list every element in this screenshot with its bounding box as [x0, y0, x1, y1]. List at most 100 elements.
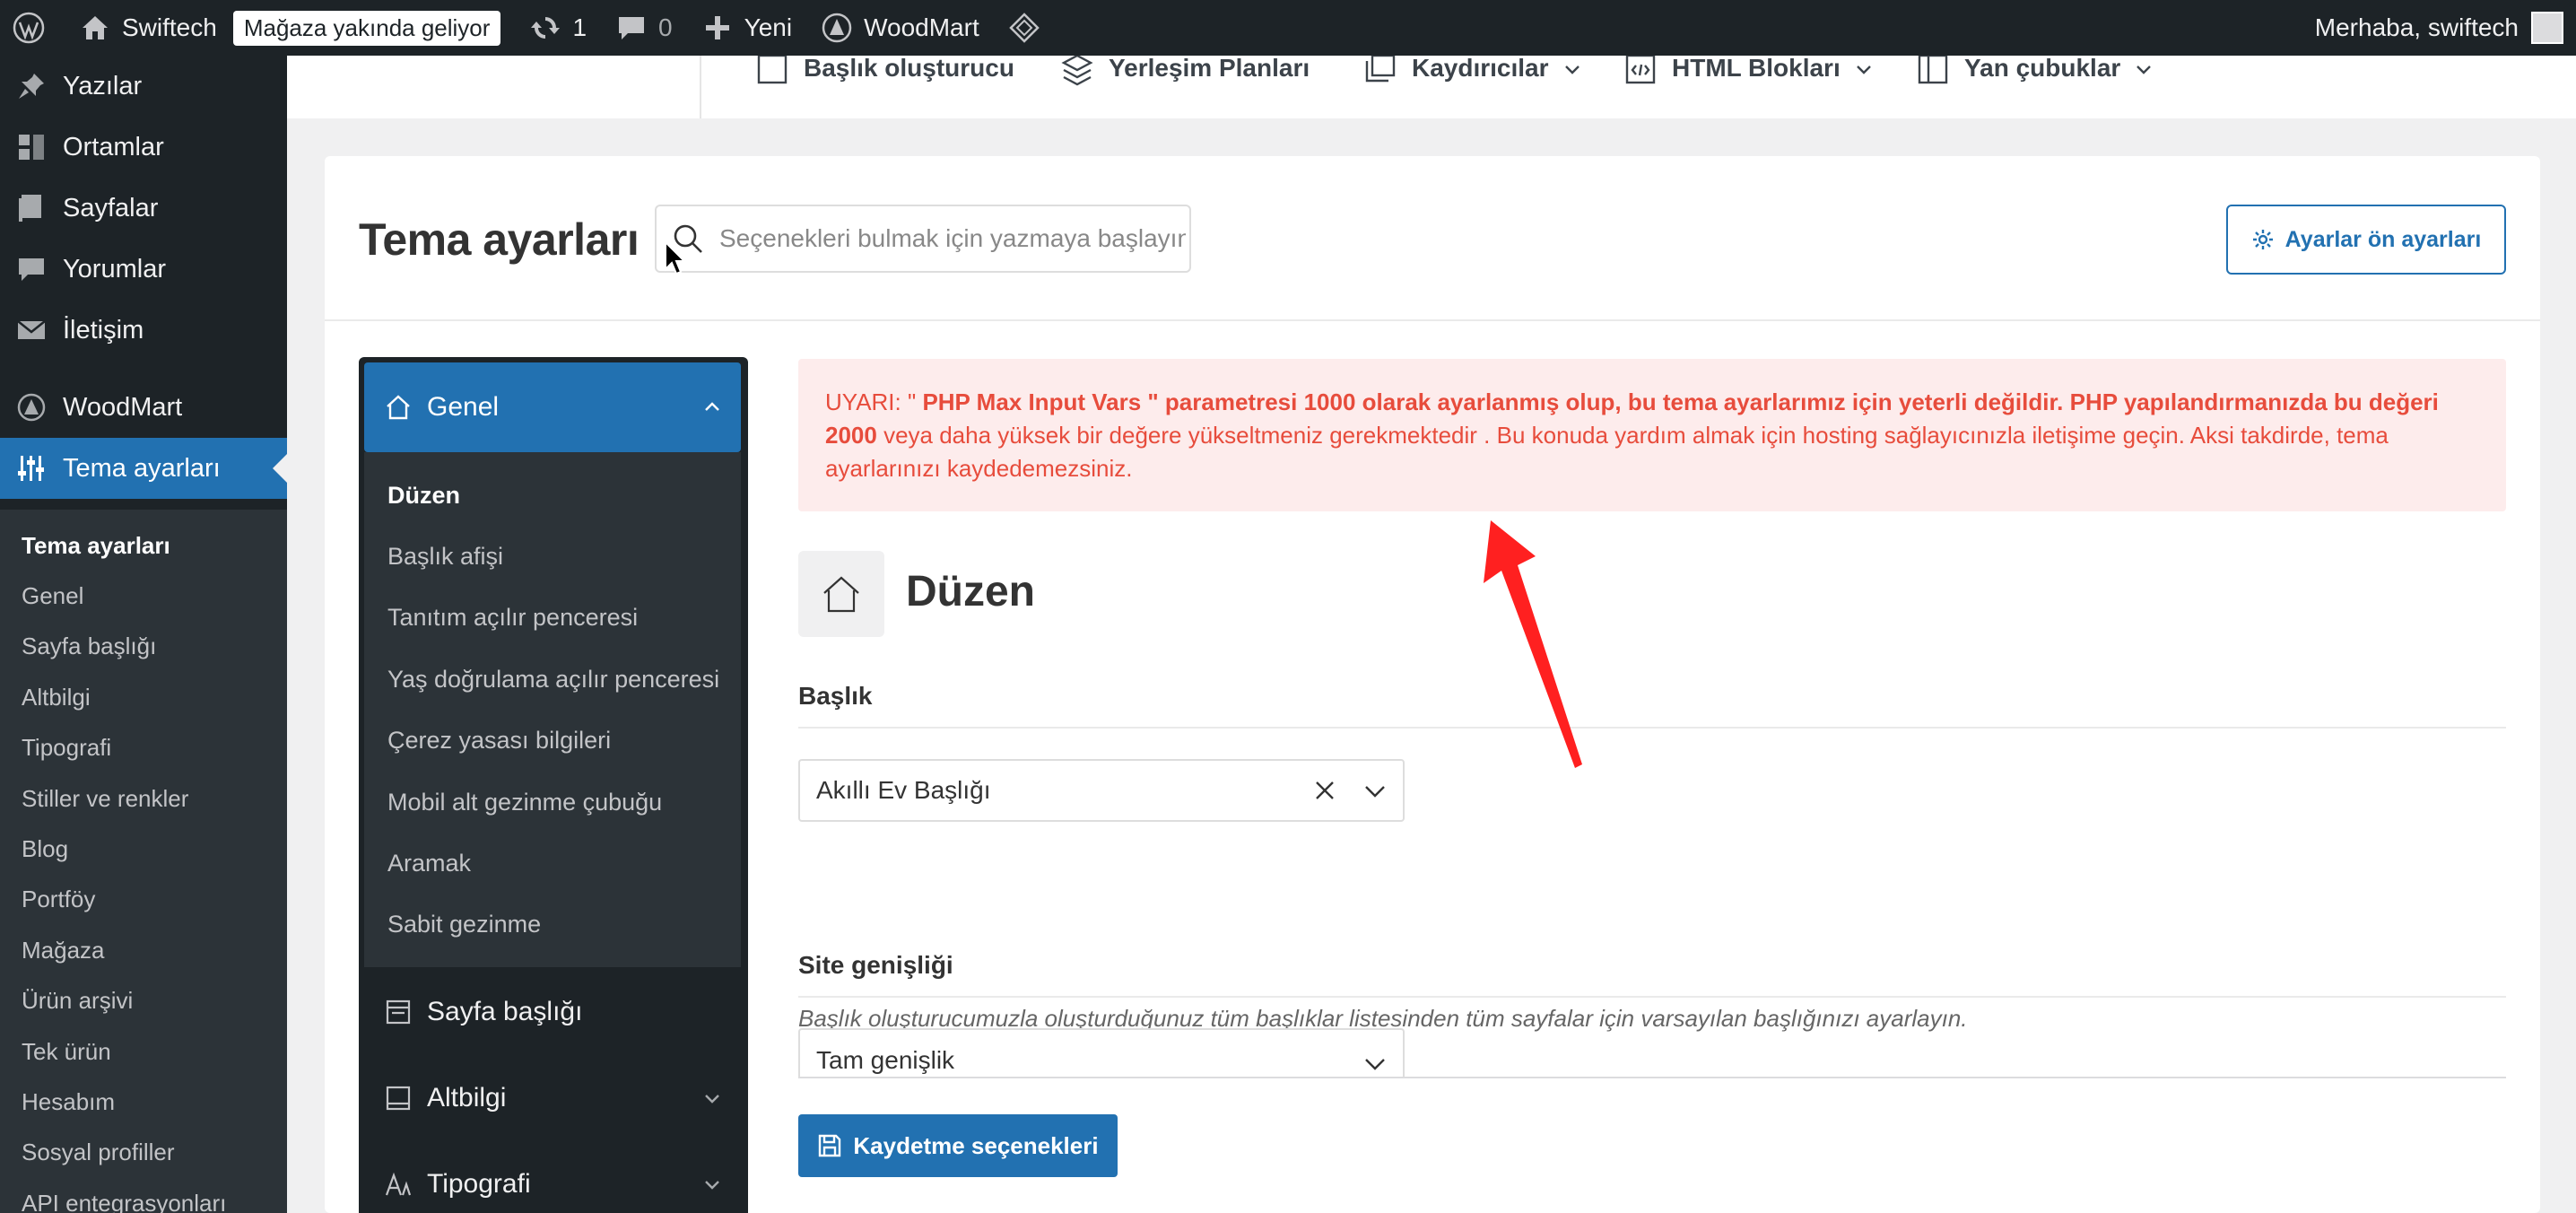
chevron-up-icon: [705, 402, 719, 411]
updates-link[interactable]: 1: [515, 0, 601, 56]
chevron-down-icon[interactable]: [1363, 1052, 1387, 1075]
chevron-down-icon: [2137, 65, 2152, 74]
settings-presets-button[interactable]: Ayarlar ön ayarları: [2226, 205, 2506, 275]
comments-count: 0: [658, 13, 673, 41]
options-section-typography[interactable]: Tipografi: [364, 1141, 741, 1213]
submenu-item[interactable]: Sosyal profiller: [0, 1128, 287, 1178]
submenu-item[interactable]: Tipografi: [0, 723, 287, 773]
updates-count: 1: [572, 13, 587, 41]
section-label: Altbilgi: [427, 1083, 507, 1113]
code-block-icon: [1625, 56, 1656, 84]
subsection-item[interactable]: Tanıtım açılır penceresi: [364, 588, 741, 649]
red-annotation-arrow: [1484, 520, 1582, 768]
new-content-link[interactable]: Yeni: [687, 0, 806, 56]
gear-icon: [2252, 230, 2273, 249]
woodmart-label: WoodMart: [864, 13, 979, 41]
save-options-button[interactable]: Kaydetme seçenekleri: [798, 1114, 1118, 1177]
section-home-icon-box: [798, 551, 884, 637]
chevron-down-icon: [705, 1095, 719, 1104]
subsection-item[interactable]: Sabit gezinme: [364, 894, 741, 956]
general-subsections: Düzen Başlık afişi Tanıtım açılır pencer…: [364, 452, 741, 967]
submenu-item[interactable]: Tek ürün: [0, 1026, 287, 1077]
subsection-item[interactable]: Çerez yasası bilgileri: [364, 711, 741, 772]
pages-icon: [19, 195, 41, 222]
slides-icon: [1365, 56, 1396, 83]
comment-icon: [19, 258, 44, 281]
topnav-layouts[interactable]: Yerleşim Planları: [1060, 56, 1310, 92]
subsection-item[interactable]: Başlık afişi: [364, 526, 741, 587]
php-max-input-vars-warning: UYARI: " PHP Max Input Vars " parametres…: [798, 359, 2506, 511]
topnav-html-blocks[interactable]: HTML Blokları: [1623, 56, 1873, 92]
menu-item-pages[interactable]: Sayfalar: [0, 178, 287, 239]
admin-bar: Swiftech Mağaza yakında geliyor 1 0 Yeni…: [0, 0, 2576, 56]
floppy-disk-icon: [819, 1134, 841, 1157]
theme-settings-submenu: Tema ayarları Genel Sayfa başlığı Altbil…: [0, 510, 287, 1213]
woodmart-icon: [17, 393, 46, 422]
section-label: Genel: [427, 392, 500, 422]
menu-item-posts[interactable]: Yazılar: [0, 56, 287, 117]
coming-soon-badge[interactable]: Mağaza yakında geliyor: [232, 10, 501, 46]
topnav-sliders[interactable]: Kaydırıcılar: [1363, 56, 1581, 92]
menu-item-theme-settings[interactable]: Tema ayarları: [0, 438, 287, 499]
menu-item-label: WoodMart: [63, 392, 183, 422]
submenu-item[interactable]: Hesabım: [0, 1077, 287, 1127]
menu-item-woodmart[interactable]: WoodMart: [0, 377, 287, 438]
media-icon: [19, 135, 44, 160]
woodmart-link[interactable]: WoodMart: [806, 0, 994, 56]
close-icon[interactable]: [1313, 779, 1336, 802]
section-label: Tipografi: [427, 1169, 531, 1199]
topnav-label: Yan çubuklar: [1964, 56, 2121, 82]
refresh-icon: [531, 17, 561, 39]
comments-link[interactable]: 0: [601, 0, 687, 56]
theme-top-nav: Başlık oluşturucu Yerleşim Planları Kayd…: [287, 56, 2576, 118]
search-input[interactable]: [719, 224, 1186, 253]
menu-item-label: Sayfalar: [63, 193, 159, 223]
options-section-general[interactable]: Genel: [364, 362, 741, 452]
submenu-item[interactable]: Genel: [0, 571, 287, 621]
options-section-page-title[interactable]: Sayfa başlığı: [364, 969, 741, 1055]
header-select[interactable]: Akıllı Ev Başlığı: [798, 759, 1405, 822]
subsection-layout[interactable]: Düzen: [364, 465, 741, 526]
menu-item-contact[interactable]: İletişim: [0, 300, 287, 361]
layers-icon: [1061, 56, 1093, 86]
header-field-label: Başlık: [798, 682, 873, 710]
topnav-sidebars[interactable]: Yan çubuklar: [1916, 56, 2153, 92]
wordpress-logo-button[interactable]: [0, 0, 65, 56]
diamond-icon: [1008, 13, 1040, 43]
submenu-item[interactable]: Altbilgi: [0, 672, 287, 722]
home-icon: [83, 16, 108, 39]
submenu-item[interactable]: Ürün arşivi: [0, 976, 287, 1026]
menu-item-media[interactable]: Ortamlar: [0, 117, 287, 178]
header-builder-icon: [757, 56, 788, 84]
topnav-label: Başlık oluşturucu: [804, 56, 1014, 82]
submenu-item[interactable]: Portföy: [0, 875, 287, 925]
section-label: Sayfa başlığı: [427, 997, 583, 1026]
diamond-link[interactable]: [994, 0, 1055, 56]
mail-icon: [17, 320, 46, 339]
submenu-item[interactable]: Blog: [0, 824, 287, 874]
options-search[interactable]: [655, 205, 1191, 273]
submenu-item[interactable]: Sayfa başlığı: [0, 622, 287, 672]
account-menu[interactable]: Merhaba, swiftech: [2301, 0, 2576, 56]
submenu-item[interactable]: Stiller ve renkler: [0, 773, 287, 824]
woodmart-icon: [822, 13, 852, 43]
submenu-item[interactable]: Mağaza: [0, 925, 287, 975]
sidebar-icon: [1918, 56, 1948, 84]
site-name-link[interactable]: Swiftech Mağaza yakında geliyor: [65, 0, 515, 56]
menu-item-label: İletişim: [63, 315, 144, 345]
section-title: Düzen: [906, 568, 1035, 615]
chevron-down-icon[interactable]: [1363, 779, 1387, 802]
menu-item-comments[interactable]: Yorumlar: [0, 239, 287, 300]
menu-item-label: Yorumlar: [63, 254, 166, 284]
warning-text: veya daha yüksek bir değere yükseltmeniz…: [825, 422, 2389, 482]
submenu-item[interactable]: API entegrasyonları: [0, 1178, 287, 1213]
options-section-footer[interactable]: Altbilgi: [364, 1055, 741, 1141]
subsection-item[interactable]: Mobil alt gezinme çubuğu: [364, 772, 741, 833]
topnav-header-builder[interactable]: Başlık oluşturucu: [755, 56, 1014, 92]
plus-icon: [705, 16, 729, 39]
subsection-item[interactable]: Aramak: [364, 833, 741, 894]
subsection-item[interactable]: Yaş doğrulama açılır penceresi: [364, 649, 741, 710]
card-header: Tema ayarları Ayarlar ön ayarları: [325, 156, 2540, 321]
site-width-select[interactable]: Tam genişlik: [798, 1028, 1405, 1077]
submenu-item[interactable]: Tema ayarları: [0, 520, 287, 571]
